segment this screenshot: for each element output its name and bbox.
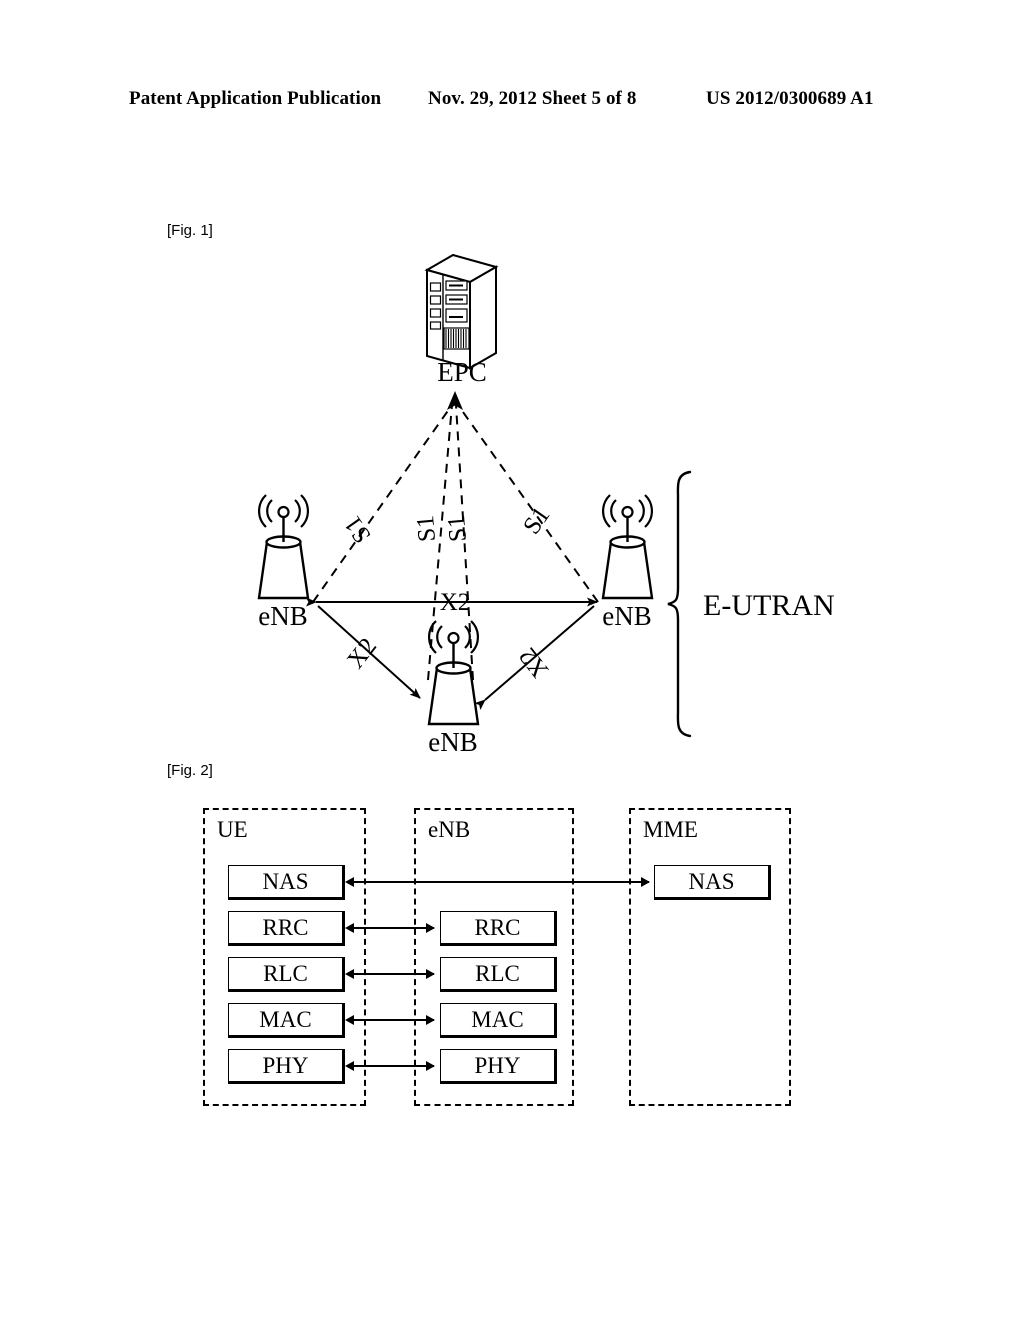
e-utran-label: E-UTRAN (703, 589, 835, 622)
connection-arrow-nas-left (345, 877, 354, 887)
server-rack-icon (424, 253, 499, 370)
page-header: Patent Application Publication Nov. 29, … (0, 88, 1024, 118)
node-column-ue-title: UE (217, 817, 248, 842)
layer-box-ue-rlc[interactable]: RLC (228, 957, 345, 992)
layer-box-ue-mac[interactable]: MAC (228, 1003, 345, 1038)
connection-arrow-rrc-left (345, 923, 354, 933)
base-station-icon-right (601, 494, 654, 600)
publication-number: US 2012/0300689 A1 (706, 88, 874, 109)
publication-title: Patent Application Publication (129, 88, 382, 109)
s1-arrowhead (447, 391, 463, 410)
s1-link-right (457, 404, 599, 603)
s1-label-left: S1 (339, 511, 376, 548)
enb-left-label: eNB (258, 601, 308, 631)
node-column-mme: MME (629, 808, 791, 1106)
epc-label: EPC (437, 357, 487, 387)
connection-arrow-mac-left (345, 1015, 354, 1025)
s1-link-left (312, 404, 453, 603)
connection-arrow-rrc-right (426, 923, 435, 933)
x2-label-bottom-right: X2 (514, 642, 554, 683)
layer-box-enb-phy[interactable]: PHY (440, 1049, 557, 1084)
base-station-icon-left (257, 494, 310, 600)
node-column-enb-title: eNB (428, 817, 471, 842)
connection-line-nas (352, 881, 649, 883)
s1-label-inner-right: S1 (443, 514, 472, 543)
layer-box-ue-phy[interactable]: PHY (228, 1049, 345, 1084)
connection-line-rlc (352, 973, 434, 975)
connection-line-phy (352, 1065, 434, 1067)
x2-label-left-bottom: X2 (342, 633, 382, 674)
connection-arrow-rlc-left (345, 969, 354, 979)
connection-arrow-mac-right (426, 1015, 435, 1025)
layer-box-enb-rlc[interactable]: RLC (440, 957, 557, 992)
connection-line-rrc (352, 927, 434, 929)
layer-box-ue-nas[interactable]: NAS (228, 865, 345, 900)
layer-box-ue-rrc[interactable]: RRC (228, 911, 345, 946)
base-station-icon-bottom (427, 620, 480, 726)
connection-arrow-nas-right (641, 877, 650, 887)
s1-label-inner-left: S1 (412, 514, 441, 543)
figure-1-label: [Fig. 1] (167, 222, 213, 239)
connection-line-mac (352, 1019, 434, 1021)
layer-box-enb-rrc[interactable]: RRC (440, 911, 557, 946)
node-column-mme-title: MME (643, 817, 698, 842)
x2-label-horizontal: X2 (440, 589, 471, 616)
enb-right-label: eNB (602, 601, 652, 631)
e-utran-brace (667, 470, 692, 738)
figure-2: UE eNB MME NAS RRC RLC MAC PHY RRC RLC M… (0, 795, 1024, 1125)
enb-bottom-label: eNB (428, 727, 478, 757)
connection-arrow-phy-right (426, 1061, 435, 1071)
connection-arrow-phy-left (345, 1061, 354, 1071)
figure-2-label: [Fig. 2] (167, 762, 213, 779)
layer-box-mme-nas[interactable]: NAS (654, 865, 771, 900)
figure-1: EPC S1 S1 S1 S1 X2 X2 X2 eNB eNB eNB E-U… (0, 250, 1024, 760)
publication-date-sheet: Nov. 29, 2012 Sheet 5 of 8 (428, 88, 637, 109)
layer-box-enb-mac[interactable]: MAC (440, 1003, 557, 1038)
connection-arrow-rlc-right (426, 969, 435, 979)
